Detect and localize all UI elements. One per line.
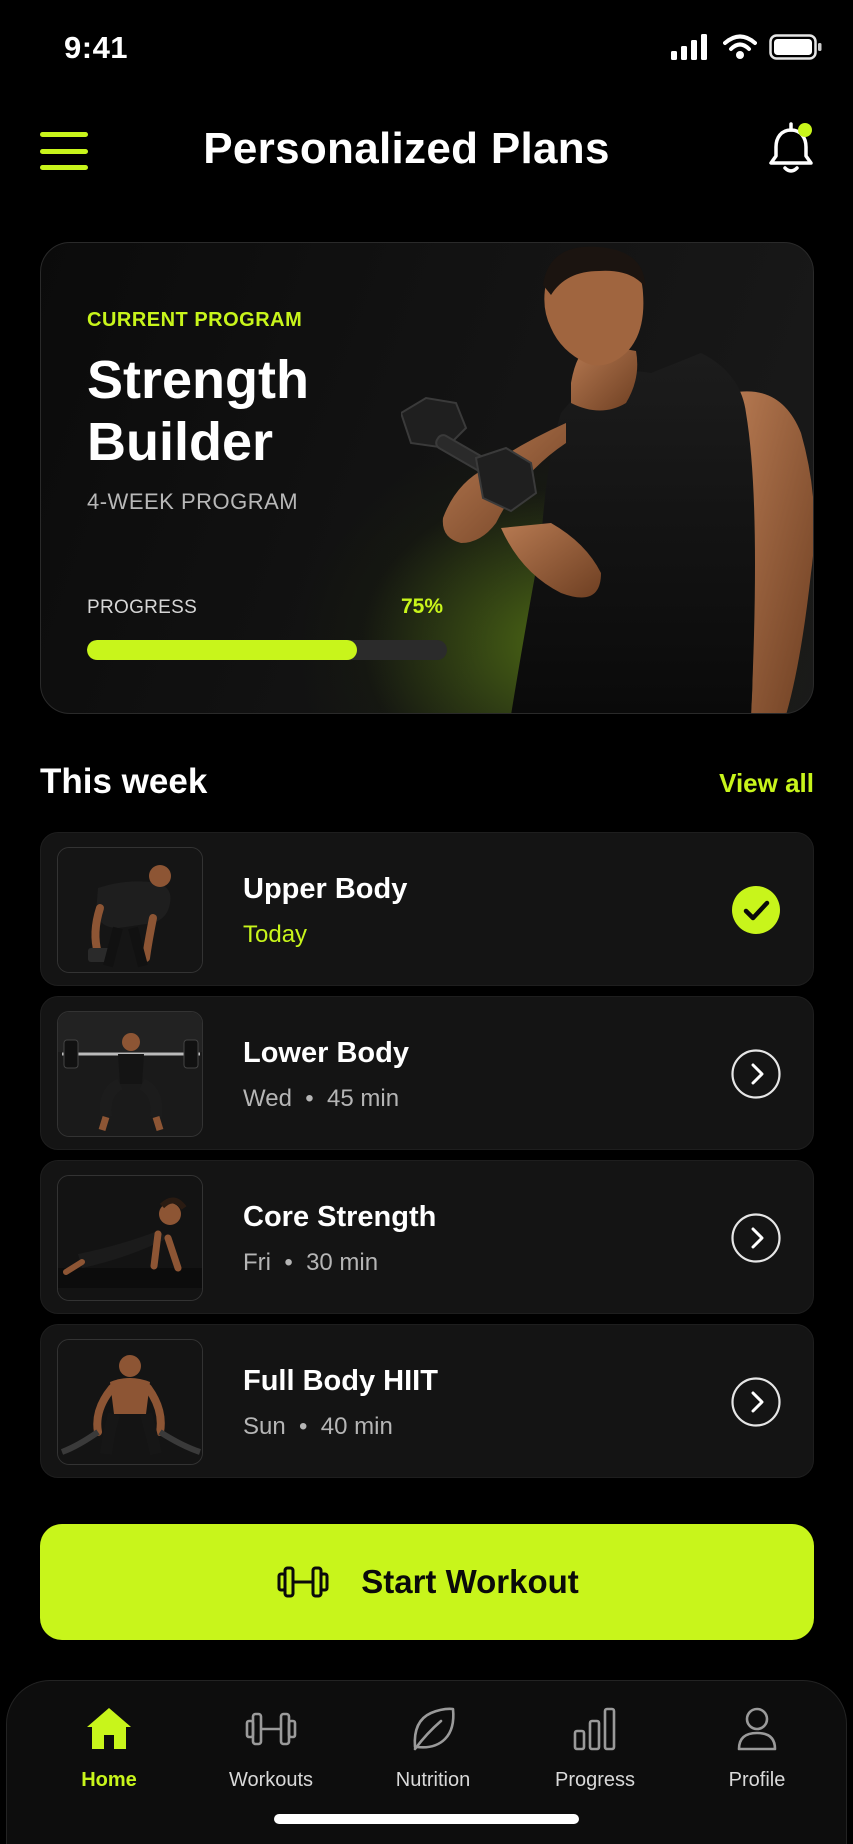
workout-thumbnail [57, 1175, 203, 1301]
workout-day: Sun [243, 1413, 286, 1440]
workout-item-lower-body[interactable]: Lower Body Wed • 45 min [40, 996, 814, 1150]
dumbbell-icon [277, 1566, 329, 1598]
checkmark-circle-icon [732, 886, 780, 934]
workout-title: Full Body HIIT [243, 1365, 438, 1397]
home-indicator [274, 1814, 579, 1824]
current-program-card[interactable]: CURRENT PROGRAM Strength Builder 4-WEEK … [40, 242, 814, 714]
workout-day: Wed [243, 1085, 292, 1112]
workout-item-full-body-hiit[interactable]: Full Body HIIT Sun • 40 min [40, 1324, 814, 1478]
status-time: 9:41 [64, 30, 129, 65]
workout-title: Upper Body [243, 873, 408, 905]
section-title: This week [40, 762, 208, 801]
workout-meta: Fri • 30 min [243, 1249, 379, 1276]
lower-body-workout-image [58, 1012, 202, 1136]
chevron-right-icon[interactable] [731, 1049, 781, 1099]
tab-label: Home [81, 1769, 137, 1791]
page-title: Personalized Plans [203, 124, 610, 173]
program-duration: 4-WEEK PROGRAM [87, 489, 299, 514]
weekly-workout-list: Upper Body Today Lower Body Wed • 45 min [40, 832, 814, 1488]
workout-meta: Today [243, 921, 308, 948]
workout-item-upper-body[interactable]: Upper Body Today [40, 832, 814, 986]
tab-progress[interactable]: Progress [530, 1703, 660, 1813]
tab-label: Profile [728, 1769, 786, 1791]
this-week-header: This week View all [40, 758, 814, 808]
workout-thumbnail [57, 1339, 203, 1465]
workout-meta: Sun • 40 min [243, 1413, 393, 1440]
workout-duration: 45 min [327, 1085, 400, 1112]
program-title: Strength Builder [87, 350, 309, 472]
progress-bar [87, 640, 447, 660]
tab-label: Nutrition [395, 1769, 471, 1791]
tab-label: Progress [554, 1769, 636, 1791]
app-header: Personalized Plans [0, 110, 853, 192]
battery-icon [769, 34, 822, 60]
chevron-right-icon[interactable] [731, 1213, 781, 1263]
tab-profile[interactable]: Profile [692, 1703, 822, 1813]
notification-dot [798, 123, 812, 137]
upper-body-workout-image [58, 848, 202, 972]
athlete-with-dumbbell-image [401, 246, 813, 713]
dumbbell-icon [245, 1712, 297, 1746]
bar-chart-icon [573, 1707, 616, 1751]
progress-label: PROGRESS [87, 597, 198, 618]
notifications-button[interactable] [763, 118, 819, 178]
status-bar: 9:41 [0, 0, 853, 100]
user-icon [737, 1707, 777, 1751]
workout-duration: 40 min [320, 1413, 393, 1440]
tab-label: Workouts [228, 1769, 314, 1791]
leaf-icon [413, 1707, 455, 1751]
start-workout-button[interactable]: Start Workout [40, 1524, 814, 1640]
status-icons [671, 34, 823, 60]
workout-thumbnail [57, 847, 203, 973]
tab-workouts[interactable]: Workouts [206, 1703, 336, 1813]
workout-meta: Wed • 45 min [243, 1085, 400, 1112]
wifi-icon [723, 34, 757, 59]
view-all-link[interactable]: View all [719, 768, 814, 799]
workout-title: Lower Body [243, 1037, 409, 1069]
workout-title: Core Strength [243, 1201, 437, 1233]
workout-thumbnail [57, 1011, 203, 1137]
home-icon [87, 1708, 131, 1749]
bell-icon [769, 122, 813, 173]
tab-home[interactable]: Home [44, 1703, 174, 1813]
cellular-signal-icon [671, 34, 707, 60]
full-body-hiit-workout-image [58, 1340, 202, 1464]
core-strength-workout-image [58, 1176, 202, 1300]
tab-nutrition[interactable]: Nutrition [368, 1703, 498, 1813]
workout-item-core-strength[interactable]: Core Strength Fri • 30 min [40, 1160, 814, 1314]
progress-bar-fill [87, 640, 357, 660]
start-workout-label: Start Workout [361, 1563, 579, 1600]
program-eyebrow: CURRENT PROGRAM [87, 309, 303, 331]
workout-duration: 30 min [306, 1249, 379, 1276]
workout-day: Fri [243, 1249, 271, 1276]
chevron-right-icon[interactable] [731, 1377, 781, 1427]
